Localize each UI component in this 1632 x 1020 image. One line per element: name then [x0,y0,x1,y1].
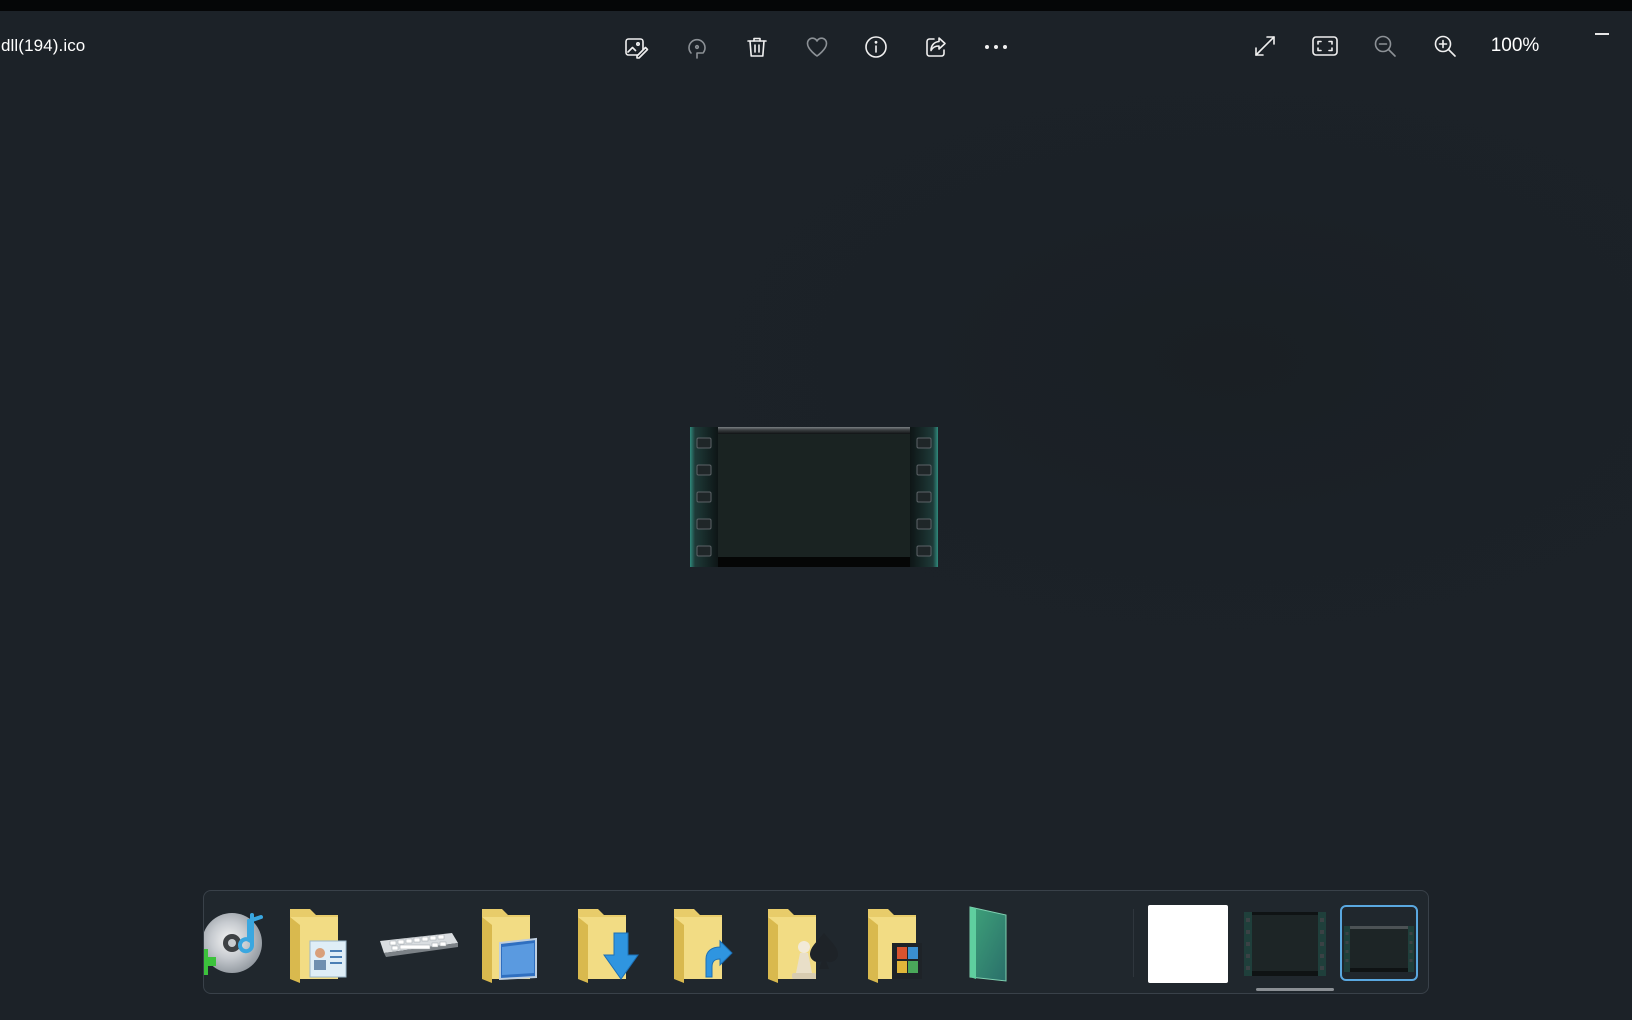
zoom-in-button[interactable] [1426,27,1464,65]
desktop-folder-icon [478,903,542,983]
photos-viewer-app: dll(194).ico 100% [0,0,1632,1020]
filmstrip-selection-highlight [1340,905,1418,981]
rotate-icon [684,34,710,60]
zoom-in-icon [1432,33,1458,59]
file-name-title: dll(194).ico [1,36,86,55]
fit-to-window-icon [1311,33,1339,59]
filmstrip-item-keyboard[interactable] [376,903,460,983]
zoom-out-button[interactable] [1366,27,1404,65]
info-button[interactable] [857,28,895,66]
share-button[interactable] [917,28,955,66]
edit-image-button[interactable] [617,28,655,66]
filmstrip[interactable] [203,890,1429,994]
filmstrip-item-media-disc[interactable] [204,903,270,983]
filmstrip-item-contacts-folder[interactable] [286,903,350,983]
favorite-button[interactable] [798,28,836,66]
window-top-edge [0,0,1632,11]
filmstrip-item-downloads-folder[interactable] [574,903,644,983]
trash-icon [744,34,770,60]
share-icon [923,34,949,60]
videos-folder-icon [864,903,928,983]
minimize-button[interactable] [1585,22,1619,46]
filmstrip-item-white-image[interactable] [1148,905,1228,983]
edit-image-icon [623,34,649,60]
filmstrip-item-green-panel[interactable] [958,903,1022,983]
expand-icon [1252,33,1278,59]
delete-button[interactable] [738,28,776,66]
fit-to-window-button[interactable] [1306,27,1344,65]
rotate-button[interactable] [678,28,716,66]
minimize-icon [1595,33,1609,35]
more-icon [982,34,1010,60]
info-icon [863,34,889,60]
more-options-button[interactable] [977,28,1015,66]
zoom-out-icon [1372,33,1398,59]
displayed-image-film-frame [690,427,938,567]
film-frame-image [1244,912,1326,976]
zoom-level-button[interactable]: 100% [1480,33,1550,59]
keyboard-icon [376,903,460,983]
full-screen-button[interactable] [1246,27,1284,65]
filmstrip-item-links-folder[interactable] [670,903,734,983]
filmstrip-item-desktop-folder[interactable] [478,903,542,983]
filmstrip-item-videos-folder[interactable] [864,903,928,983]
heart-icon [804,34,830,60]
media-disc-icon [204,903,270,983]
contacts-folder-icon [286,903,350,983]
filmstrip-scroll-indicator[interactable] [1256,988,1334,991]
filmstrip-item-games-folder[interactable] [764,903,844,983]
green-glass-panel-icon [958,903,1022,983]
games-folder-icon [764,903,844,983]
downloads-folder-icon [574,903,644,983]
links-folder-icon [670,903,734,983]
filmstrip-item-film-frame[interactable] [1244,904,1326,984]
filmstrip-divider [1133,909,1134,977]
